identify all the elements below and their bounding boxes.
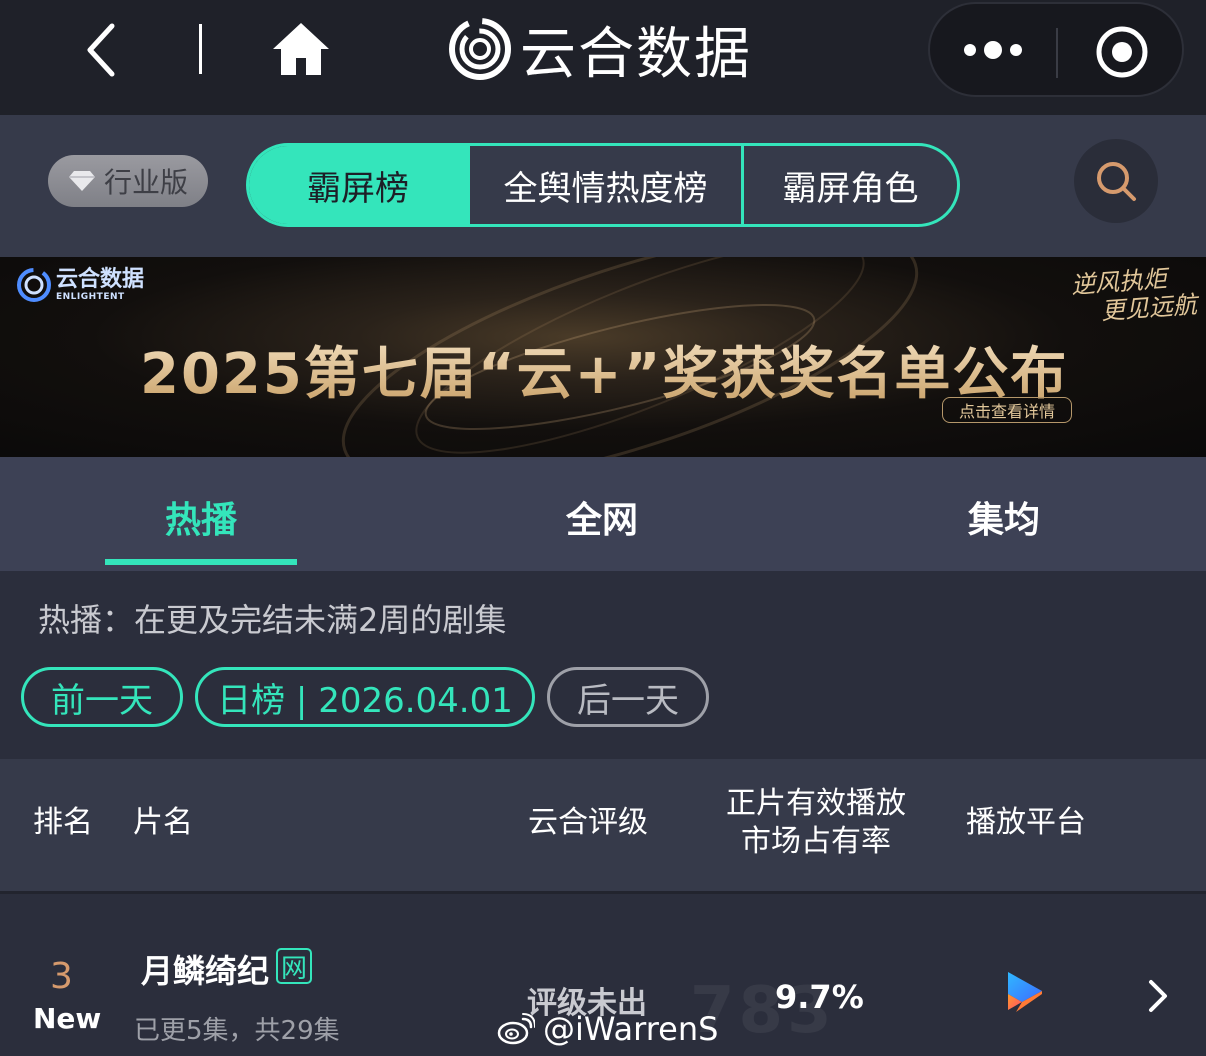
- edition-label: 行业版: [103, 166, 188, 199]
- chevron-right-icon[interactable]: [1146, 978, 1170, 1014]
- industry-edition-button[interactable]: 行业版: [48, 155, 208, 207]
- search-button[interactable]: [1074, 139, 1158, 223]
- tab-dominance-roles[interactable]: 霸屏角色: [744, 146, 957, 224]
- youku-play-icon: [1008, 972, 1042, 1012]
- header-rating: 云合评级: [528, 805, 648, 840]
- row-rank: 3: [50, 956, 73, 997]
- home-icon[interactable]: [270, 20, 332, 78]
- banner-logo-name: 云合数据: [56, 267, 145, 292]
- next-day-button[interactable]: 后一天: [547, 667, 709, 727]
- header-market-share: 正片有效播放 市场占有率: [726, 785, 906, 861]
- chart-description: 热播：在更及完结未满2周的剧集: [38, 601, 507, 639]
- brand-title: 云合数据: [520, 21, 752, 87]
- active-tab-indicator: [105, 559, 297, 565]
- banner-slogan: 逆风执炬 更见远航: [1070, 263, 1198, 328]
- header-market-share-line2: 市场占有率: [741, 824, 891, 859]
- banner-logo-sub: ENLIGHTENT: [56, 292, 125, 302]
- row-new-tag: New: [33, 1002, 102, 1035]
- back-icon[interactable]: [80, 22, 130, 78]
- more-icon[interactable]: [960, 32, 1030, 68]
- capsule-divider: [1056, 28, 1058, 78]
- previous-day-button[interactable]: 前一天: [21, 667, 183, 727]
- watermark-handle: @iWarrenS: [543, 1010, 719, 1048]
- chart-type-segmented-control: 霸屏榜 全舆情热度榜 霸屏角色: [246, 143, 960, 227]
- tab-public-opinion-chart[interactable]: 全舆情热度榜: [467, 146, 744, 224]
- banner-headline: 2025第七届“云+”奖获奖名单公布: [140, 329, 1068, 410]
- banner-cta-button[interactable]: 点击查看详情: [942, 397, 1072, 423]
- tab-per-episode[interactable]: 集均: [968, 491, 1040, 543]
- row-episodes: 已更5集，共29集: [134, 1016, 340, 1046]
- tab-hot-airing[interactable]: 热播: [165, 491, 237, 543]
- row-title: 月鳞绮纪: [141, 952, 270, 990]
- brand-logo-icon: [449, 18, 511, 80]
- banner-logo-icon: [17, 268, 51, 302]
- header-title: 片名: [133, 805, 193, 840]
- date-selector[interactable]: 日榜 | 2026.04.01: [195, 667, 535, 727]
- weibo-icon: [497, 1013, 535, 1045]
- nav-bar: 云合数据: [0, 0, 1206, 115]
- mini-program-capsule: [928, 2, 1184, 97]
- top-tab-row: 行业版 霸屏榜 全舆情热度榜 霸屏角色: [0, 115, 1206, 257]
- promo-banner[interactable]: 云合数据 ENLIGHTENT 2025第七届“云+”奖获奖名单公布 逆风执炬 …: [0, 257, 1206, 457]
- nav-divider: [199, 24, 202, 74]
- brand: 云合数据: [448, 14, 752, 87]
- table-header: 排名 片名 云合评级 正片有效播放 市场占有率 播放平台: [0, 759, 1206, 891]
- header-market-share-line1: 正片有效播放: [726, 786, 906, 821]
- diamond-icon: [68, 171, 95, 191]
- header-platform: 播放平台: [966, 805, 1086, 840]
- banner-brand-logo: 云合数据 ENLIGHTENT: [16, 267, 144, 303]
- web-drama-badge: 网: [276, 948, 312, 984]
- weibo-watermark: @iWarrenS: [497, 1010, 718, 1048]
- header-rank: 排名: [33, 805, 93, 840]
- tab-all-network[interactable]: 全网: [566, 491, 638, 543]
- tab-dominance-chart[interactable]: 霸屏榜: [249, 146, 467, 224]
- date-filter-area: 热播：在更及完结未满2周的剧集 前一天 日榜 | 2026.04.01 后一天: [0, 571, 1206, 759]
- search-icon: [1097, 162, 1136, 201]
- close-target-icon[interactable]: [1092, 22, 1152, 82]
- sub-tab-bar: 热播 全网 集均: [0, 457, 1206, 571]
